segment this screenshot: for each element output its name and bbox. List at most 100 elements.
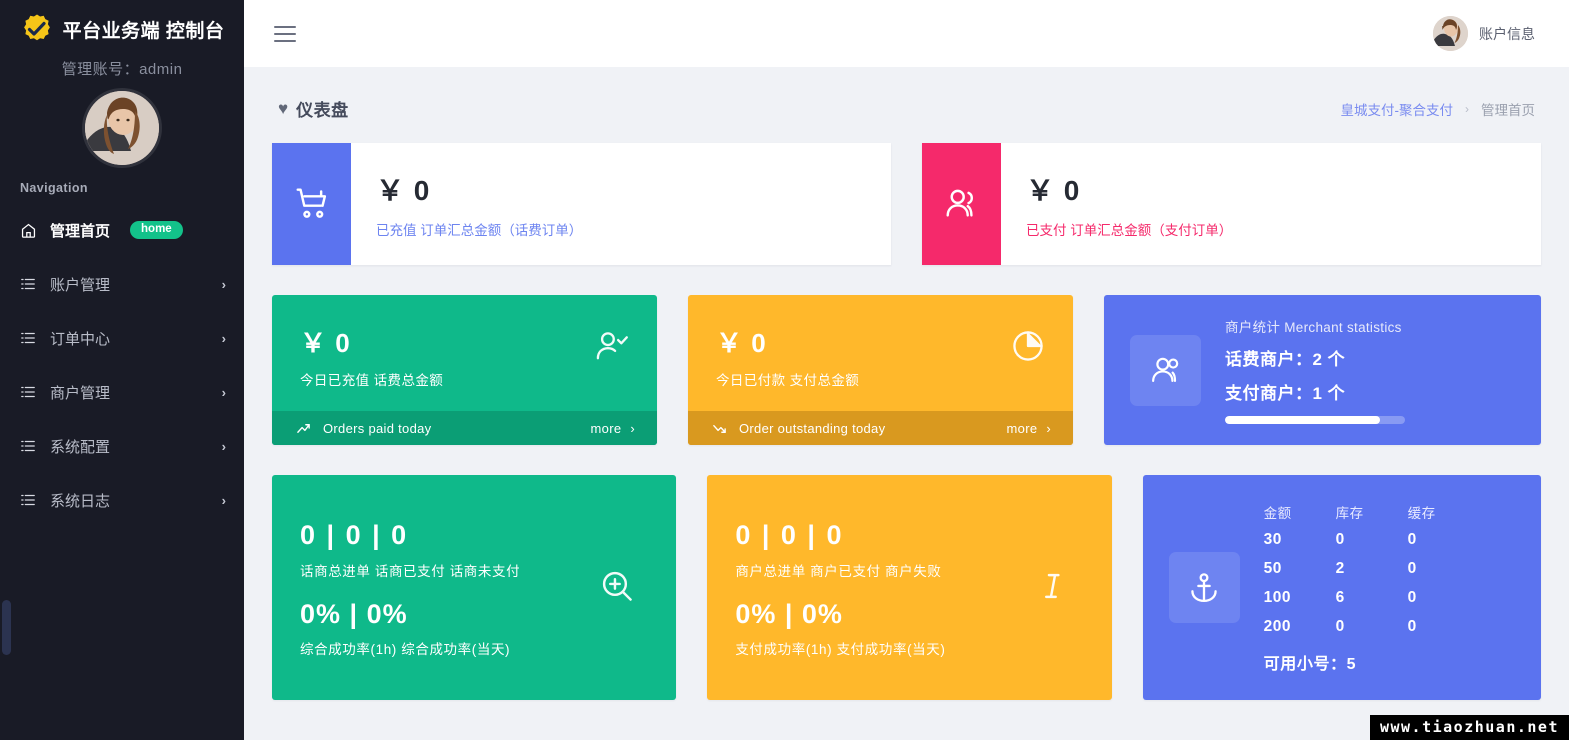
stock-cell-stock: 0 bbox=[1335, 530, 1345, 548]
sidebar-item-dashboard[interactable]: 管理首页 home bbox=[0, 203, 244, 257]
chevron-right-icon: › bbox=[221, 384, 226, 400]
sidebar-item-system-config[interactable]: 系统配置 › bbox=[0, 419, 244, 473]
today-recharge-top: ￥ 0 今日已充值 话费总金额 bbox=[272, 295, 657, 411]
sidebar: 平台业务端 控制台 管理账号：admin Navigation 管理首页 hom… bbox=[0, 0, 244, 740]
list-icon bbox=[20, 384, 42, 400]
stock-cell-cache: 0 bbox=[1407, 559, 1417, 577]
table-row: 200 0 0 bbox=[1264, 618, 1480, 647]
chevron-right-icon: › bbox=[1046, 420, 1051, 436]
watermark: www.tiaozhuan.net bbox=[1369, 715, 1569, 740]
stock-header-cache: 缓存 bbox=[1407, 505, 1436, 521]
stats-row-1: ￥ 0 已充值 订单汇总金额（话费订单） ￥ 0 已支付 订单汇总金额（支付订单… bbox=[272, 143, 1541, 265]
sidebar-item-label: 系统配置 bbox=[50, 438, 111, 456]
trend-down-icon bbox=[712, 421, 727, 436]
stock-cell-amount: 200 bbox=[1263, 617, 1292, 635]
merchant-payment-count: 支付商户：1 个 bbox=[1225, 384, 1346, 403]
sidebar-nav: 管理首页 home 账户管理 › 订单中心 › 商户管理 › 系统配置 › 系统… bbox=[0, 203, 244, 527]
chevron-right-icon: › bbox=[221, 276, 226, 292]
stock-table-body: 30 0 0 50 2 0 100 6 0 200 0 0 bbox=[1264, 531, 1480, 647]
stock-cell-cache: 0 bbox=[1407, 530, 1417, 548]
page-title-group: ♥ 仪表盘 bbox=[278, 96, 349, 121]
sidebar-item-label: 账户管理 bbox=[50, 276, 111, 294]
payment-summary-label: 已支付 订单汇总金额（支付订单） bbox=[1026, 223, 1233, 238]
payment-summary-value: ￥ 0 bbox=[1026, 175, 1081, 206]
today-recharge-value: ￥ 0 bbox=[300, 328, 351, 358]
today-payment-more-link[interactable]: more › bbox=[1007, 421, 1051, 436]
breadcrumb-current: 管理首页 bbox=[1481, 102, 1535, 118]
account-info-button[interactable]: 账户信息 bbox=[1433, 16, 1535, 51]
merchant-orders-caption: 商户总进单 商户已支付 商户失败 bbox=[735, 563, 942, 579]
breadcrumb: 皇城支付-聚合支付 › 管理首页 bbox=[1341, 99, 1536, 119]
table-row: 30 0 0 bbox=[1264, 531, 1480, 560]
today-recharge-texts: ￥ 0 今日已充值 话费总金额 bbox=[300, 323, 593, 389]
dashboard-content: ￥ 0 已充值 订单汇总金额（话费订单） ￥ 0 已支付 订单汇总金额（支付订单… bbox=[244, 121, 1569, 700]
phone-success-rates: 0% | 0% bbox=[300, 598, 408, 629]
stock-table-wrap: 金额 库存 缓存 30 0 0 50 2 0 100 6 0 200 0 0 可… bbox=[1264, 502, 1480, 674]
list-icon bbox=[20, 438, 42, 454]
more-label: more bbox=[590, 420, 622, 436]
home-icon bbox=[20, 222, 42, 239]
today-recharge-more-link[interactable]: more › bbox=[591, 421, 635, 436]
today-recharge-label: 今日已充值 话费总金额 bbox=[300, 373, 444, 388]
stats-row-2: ￥ 0 今日已充值 话费总金额 Orders paid today more ›… bbox=[272, 295, 1541, 445]
home-badge: home bbox=[130, 220, 183, 240]
sidebar-scrollbar[interactable] bbox=[2, 600, 11, 655]
gear-check-logo-icon bbox=[20, 12, 54, 46]
hamburger-icon[interactable] bbox=[274, 21, 300, 47]
sidebar-avatar-wrap[interactable] bbox=[0, 89, 244, 181]
brand[interactable]: 平台业务端 控制台 bbox=[0, 0, 244, 52]
merchant-orders-card[interactable]: 0 | 0 | 0 商户总进单 商户已支付 商户失败 0% | 0% 支付成功率… bbox=[707, 475, 1112, 700]
list-icon bbox=[20, 276, 42, 292]
zoom-in-icon bbox=[598, 567, 650, 610]
breadcrumb-link[interactable]: 皇城支付-聚合支付 bbox=[1341, 99, 1454, 119]
page-header: ♥ 仪表盘 皇城支付-聚合支付 › 管理首页 bbox=[244, 67, 1569, 121]
stock-cell-amount: 30 bbox=[1263, 530, 1282, 548]
list-icon bbox=[20, 492, 42, 508]
today-recharge-footer[interactable]: Orders paid today more › bbox=[272, 411, 657, 445]
merchant-statistics-card[interactable]: 商户统计 Merchant statistics 话费商户：2 个 支付商户：1… bbox=[1104, 295, 1541, 445]
stock-header-stock: 库存 bbox=[1335, 505, 1364, 521]
today-payment-footer[interactable]: Order outstanding today more › bbox=[688, 411, 1073, 445]
merchant-progress-fill bbox=[1225, 416, 1380, 424]
today-payment-top: ￥ 0 今日已付款 支付总金额 bbox=[688, 295, 1073, 411]
phone-orders-texts: 0 | 0 | 0 话商总进单 话商已支付 话商未支付 0% | 0% 综合成功… bbox=[300, 520, 598, 658]
stock-cell-cache: 0 bbox=[1407, 588, 1417, 606]
stock-card[interactable]: 金额 库存 缓存 30 0 0 50 2 0 100 6 0 200 0 0 可… bbox=[1142, 475, 1541, 700]
stock-cell-amount: 100 bbox=[1263, 588, 1292, 606]
stock-table-header-row: 金额 库存 缓存 bbox=[1264, 502, 1480, 531]
main-area: 账户信息 ♥ 仪表盘 皇城支付-聚合支付 › 管理首页 ￥ 0 已充值 订单汇总… bbox=[244, 0, 1569, 740]
stock-cell-cache: 0 bbox=[1407, 617, 1417, 635]
shopping-cart-icon bbox=[272, 143, 351, 265]
stock-cell-stock: 2 bbox=[1335, 559, 1345, 577]
stock-table-head: 金额 库存 缓存 bbox=[1264, 502, 1480, 531]
today-recharge-footer-text: Orders paid today bbox=[323, 420, 432, 436]
sidebar-item-system-log[interactable]: 系统日志 › bbox=[0, 473, 244, 527]
available-sub-accounts: 可用小号：5 bbox=[1263, 655, 1357, 673]
sidebar-item-label: 商户管理 bbox=[50, 384, 111, 402]
phone-orders-card[interactable]: 0 | 0 | 0 话商总进单 话商已支付 话商未支付 0% | 0% 综合成功… bbox=[272, 475, 677, 700]
recharge-summary-body: ￥ 0 已充值 订单汇总金额（话费订单） bbox=[351, 143, 891, 265]
merchant-statistics-body: 商户统计 Merchant statistics 话费商户：2 个 支付商户：1… bbox=[1225, 316, 1515, 424]
today-payment-value: ￥ 0 bbox=[716, 328, 767, 358]
sidebar-item-order-center[interactable]: 订单中心 › bbox=[0, 311, 244, 365]
admin-account-line: 管理账号：admin bbox=[61, 61, 183, 78]
page-title: 仪表盘 bbox=[296, 101, 349, 120]
sidebar-item-account-management[interactable]: 账户管理 › bbox=[0, 257, 244, 311]
today-recharge-card[interactable]: ￥ 0 今日已充值 话费总金额 Orders paid today more › bbox=[272, 295, 657, 445]
pie-chart-icon bbox=[1009, 323, 1047, 370]
list-icon bbox=[20, 330, 42, 346]
sidebar-item-merchant-management[interactable]: 商户管理 › bbox=[0, 365, 244, 419]
recharge-summary-card[interactable]: ￥ 0 已充值 订单汇总金额（话费订单） bbox=[272, 143, 891, 265]
phone-success-caption: 综合成功率(1h) 综合成功率(当天) bbox=[300, 641, 511, 657]
table-row: 50 2 0 bbox=[1264, 560, 1480, 589]
account-info-label: 账户信息 bbox=[1479, 25, 1535, 42]
avatar bbox=[85, 91, 159, 165]
payment-summary-card[interactable]: ￥ 0 已支付 订单汇总金额（支付订单） bbox=[922, 143, 1541, 265]
today-payment-card[interactable]: ￥ 0 今日已付款 支付总金额 Order outstanding today … bbox=[688, 295, 1073, 445]
recharge-summary-label: 已充值 订单汇总金额（话费订单） bbox=[376, 223, 583, 238]
trend-up-icon bbox=[296, 421, 311, 436]
app-root: 平台业务端 控制台 管理账号：admin Navigation 管理首页 hom… bbox=[0, 0, 1569, 740]
heart-icon: ♥ bbox=[278, 99, 289, 118]
payment-summary-body: ￥ 0 已支付 订单汇总金额（支付订单） bbox=[1001, 143, 1541, 265]
merchant-success-caption: 支付成功率(1h) 支付成功率(当天) bbox=[735, 641, 946, 657]
